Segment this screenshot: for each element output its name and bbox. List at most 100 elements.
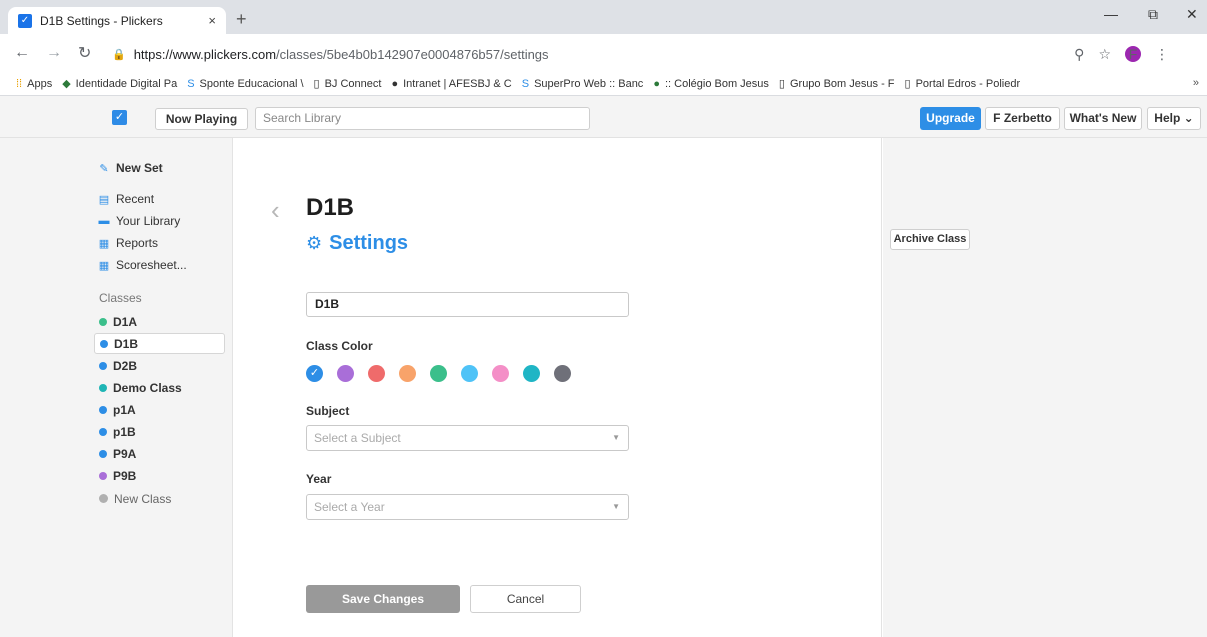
search-library-input[interactable]: Search Library xyxy=(255,107,590,130)
color-swatch[interactable] xyxy=(337,365,354,382)
reload-icon[interactable]: ↻ xyxy=(78,43,91,63)
browser-tab-strip: ✓ D1B Settings - Plickers × + — ⧉ ✕ xyxy=(0,0,1207,34)
bookmark-item[interactable]: ●:: Colégio Bom Jesus xyxy=(653,78,769,90)
profile-avatar[interactable]: F xyxy=(1125,46,1141,62)
class-color-dot xyxy=(99,471,107,480)
star-icon[interactable]: ☆ xyxy=(1098,46,1111,63)
cancel-button[interactable]: Cancel xyxy=(470,585,581,613)
bookmark-item[interactable]: ● Intranet | AFESBJ & C xyxy=(391,78,511,90)
close-window-icon[interactable]: ✕ xyxy=(1186,6,1198,23)
archive-class-button[interactable]: Archive Class xyxy=(890,229,970,250)
sidebar-class-item[interactable]: P9B xyxy=(94,465,225,486)
sidebar: ✎ New Set ▤ Recent ▬ Your Library ▦ Repo… xyxy=(0,138,233,637)
plickers-favicon-icon: ✓ xyxy=(18,13,32,28)
your-library-link[interactable]: ▬ Your Library xyxy=(97,212,181,230)
scoresheet-icon: ▦ xyxy=(98,259,110,272)
sidebar-class-item[interactable]: p1B xyxy=(94,421,225,442)
minimize-icon[interactable]: — xyxy=(1104,6,1118,22)
bookmark-apps[interactable]: ⁞⁞ Apps xyxy=(16,78,52,90)
class-name: p1B xyxy=(113,424,136,439)
scoresheet-link[interactable]: ▦ Scoresheet... xyxy=(97,256,187,274)
bookmark-favicon-icon: ◆ xyxy=(62,78,71,90)
sidebar-class-item[interactable]: D1B xyxy=(94,333,225,354)
bookmarks-overflow-button[interactable]: » xyxy=(1193,77,1199,89)
class-name: D2B xyxy=(113,358,138,373)
page-title: D1B xyxy=(306,194,355,221)
menu-dots-icon[interactable]: ⋮ xyxy=(1155,46,1169,63)
bookmark-favicon-icon: S xyxy=(521,77,530,90)
class-color-dot xyxy=(99,427,107,436)
settings-heading: ⚙ Settings xyxy=(306,232,409,254)
color-swatch[interactable] xyxy=(554,365,571,382)
class-name: P9B xyxy=(113,468,137,483)
chevron-down-icon: ▼ xyxy=(612,433,620,442)
user-account-button[interactable]: F Zerbetto xyxy=(985,107,1060,130)
class-name: Demo Class xyxy=(113,380,182,395)
color-swatch[interactable] xyxy=(399,365,416,382)
new-set-link[interactable]: ✎ New Set xyxy=(97,159,162,177)
new-set-icon: ✎ xyxy=(99,162,109,175)
back-chevron-icon[interactable]: ‹ xyxy=(271,195,280,226)
sidebar-class-item[interactable]: D1A xyxy=(94,311,225,332)
recent-link[interactable]: ▤ Recent xyxy=(97,190,154,208)
new-tab-button[interactable]: + xyxy=(236,9,247,30)
page-icon: ▯ xyxy=(904,78,911,90)
page-icon: ▯ xyxy=(313,78,320,90)
class-color-label: Class Color xyxy=(306,339,373,353)
bookmark-item[interactable]: ▯ Grupo Bom Jesus - F xyxy=(779,77,895,91)
upgrade-button[interactable]: Upgrade xyxy=(920,107,981,130)
bookmark-item[interactable]: S Sponte Educacional \ xyxy=(187,78,303,90)
color-swatch[interactable] xyxy=(492,365,509,382)
subject-select[interactable]: Select a Subject ▼ xyxy=(306,425,629,451)
sidebar-class-item[interactable]: P9A xyxy=(94,443,225,464)
tab-title: D1B Settings - Plickers xyxy=(40,13,163,28)
zoom-icon[interactable]: ⚲ xyxy=(1074,46,1084,63)
bookmark-item[interactable]: S SuperPro Web :: Banc xyxy=(522,78,644,90)
plickers-logo-icon[interactable]: ✓ xyxy=(112,110,127,125)
bookmark-item[interactable]: ◆ Identidade Digital Pa xyxy=(62,77,177,91)
color-swatch[interactable] xyxy=(461,365,478,382)
apps-grid-icon: ⁞⁞ xyxy=(16,77,23,90)
class-color-dot xyxy=(99,405,107,414)
new-class-link[interactable]: New Class xyxy=(94,488,225,509)
color-swatch[interactable] xyxy=(430,365,447,382)
whats-new-button[interactable]: What's New xyxy=(1064,107,1142,130)
bookmark-favicon-icon: ● xyxy=(391,77,399,90)
folder-icon: ▬ xyxy=(98,215,110,227)
class-name: p1A xyxy=(113,402,136,417)
reports-link[interactable]: ▦ Reports xyxy=(97,234,158,252)
url-path: /classes/5be4b0b142907e0004876b57/settin… xyxy=(276,46,549,62)
color-swatch[interactable]: ✓ xyxy=(306,365,323,382)
bookmark-item[interactable]: ▯ BJ Connect xyxy=(313,77,382,91)
reports-icon: ▦ xyxy=(98,237,110,250)
class-color-dot xyxy=(99,383,107,392)
bookmark-item[interactable]: ▯ Portal Edros - Poliedr xyxy=(904,77,1021,91)
url-field[interactable]: 🔒 https://www.plickers.com /classes/5be4… xyxy=(112,43,1169,65)
address-bar-row: ← → ↻ 🔒 https://www.plickers.com /classe… xyxy=(0,34,1207,72)
gear-icon: ⚙ xyxy=(306,233,323,253)
help-menu-button[interactable]: Help ⌄ xyxy=(1147,107,1201,130)
chevron-down-icon: ▼ xyxy=(612,502,620,511)
sidebar-class-item[interactable]: p1A xyxy=(94,399,225,420)
forward-arrow-icon[interactable]: → xyxy=(46,44,62,62)
back-arrow-icon[interactable]: ← xyxy=(14,44,30,62)
tab-close-icon[interactable]: × xyxy=(208,13,216,28)
sidebar-class-item[interactable]: Demo Class xyxy=(94,377,225,398)
save-changes-button[interactable]: Save Changes xyxy=(306,585,460,613)
year-select[interactable]: Select a Year ▼ xyxy=(306,494,629,520)
class-name: D1A xyxy=(113,314,138,329)
add-icon xyxy=(99,494,108,503)
class-name-field[interactable]: D1B xyxy=(306,292,629,317)
right-panel: Archive Class xyxy=(883,138,1207,637)
year-label: Year xyxy=(306,472,332,486)
color-swatch[interactable] xyxy=(523,365,540,382)
sidebar-class-item[interactable]: D2B xyxy=(94,355,225,376)
bookmarks-bar: ⁞⁞ Apps ◆ Identidade Digital Pa S Sponte Ed… xyxy=(0,72,1207,96)
main-content: ‹ D1B ⚙ Settings D1B Class Color ✓ Subje… xyxy=(234,138,882,637)
now-playing-button[interactable]: Now Playing xyxy=(155,108,248,130)
browser-tab[interactable]: ✓ D1B Settings - Plickers × xyxy=(8,7,226,34)
class-name: P9A xyxy=(113,446,137,461)
restore-icon[interactable]: ⧉ xyxy=(1148,6,1158,23)
bookmark-favicon-icon: S xyxy=(187,77,195,90)
color-swatch[interactable] xyxy=(368,365,385,382)
